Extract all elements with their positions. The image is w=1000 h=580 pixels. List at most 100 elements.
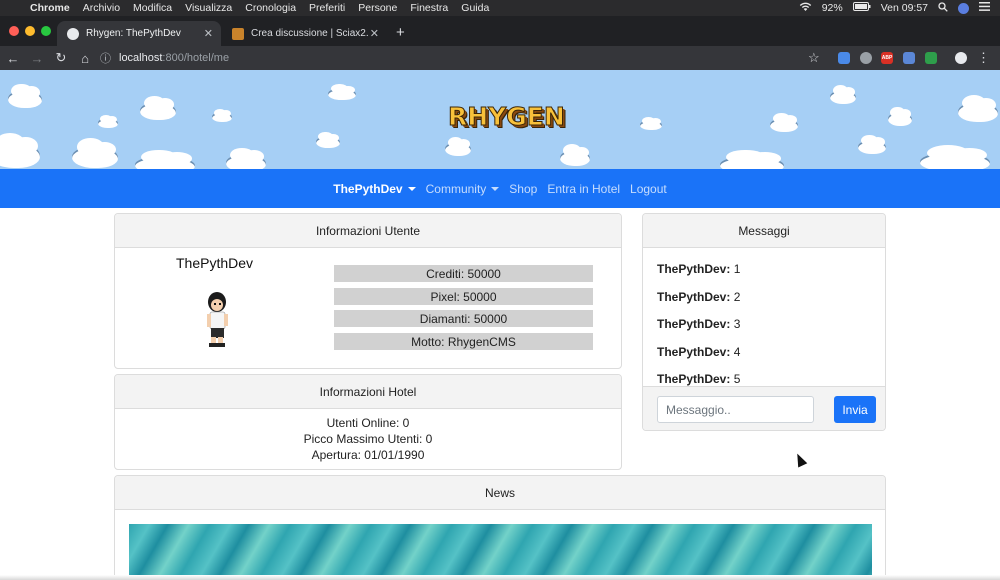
message-text: 3 bbox=[730, 317, 741, 332]
cloud-decoration bbox=[316, 131, 340, 148]
site-logo[interactable]: RHYGEN bbox=[448, 102, 566, 132]
spotlight-search-icon[interactable] bbox=[938, 1, 948, 15]
cloud-decoration bbox=[920, 145, 990, 169]
message-input[interactable]: Messaggio.. bbox=[657, 396, 814, 423]
tab-rhygen[interactable]: Rhygen: ThePythDev ✕ bbox=[57, 21, 221, 46]
cloud-decoration bbox=[98, 114, 118, 128]
menu-preferiti[interactable]: Preferiti bbox=[309, 2, 345, 14]
browser-tab-strip: Rhygen: ThePythDev ✕ Crea discussione | … bbox=[0, 16, 1000, 46]
cloud-decoration bbox=[830, 85, 856, 104]
tab-title: Crea discussione | Sciax2.it Fo bbox=[251, 28, 369, 39]
url-path: :800/hotel/me bbox=[162, 52, 230, 64]
tab-title: Rhygen: ThePythDev bbox=[86, 28, 181, 39]
cloud-decoration bbox=[560, 144, 590, 166]
menu-cronologia[interactable]: Cronologia bbox=[245, 2, 296, 14]
cloud-decoration bbox=[212, 108, 232, 122]
message-author: ThePythDev: bbox=[657, 344, 731, 359]
stat-pixels: Pixel: 50000 bbox=[334, 288, 593, 305]
habbo-avatar bbox=[204, 290, 230, 348]
message-author: ThePythDev: bbox=[657, 372, 731, 386]
window-bottom-edge bbox=[0, 575, 1000, 580]
close-window-button[interactable] bbox=[9, 26, 19, 36]
notification-center-icon[interactable] bbox=[979, 2, 990, 14]
cloud-decoration bbox=[720, 149, 784, 169]
send-button[interactable]: Invia bbox=[834, 396, 876, 423]
adblock-extension-icon[interactable]: ABP bbox=[881, 52, 893, 64]
zoom-window-button[interactable] bbox=[41, 26, 51, 36]
nav-user-dropdown[interactable]: ThePythDev bbox=[333, 181, 416, 196]
macos-menu-bar: Chrome Archivio Modifica Visualizza Cron… bbox=[0, 0, 1000, 16]
cloud-decoration bbox=[328, 83, 356, 100]
menu-persone[interactable]: Persone bbox=[358, 2, 397, 14]
news-image[interactable] bbox=[129, 524, 872, 580]
nav-shop[interactable]: Shop bbox=[509, 182, 537, 196]
close-tab-icon[interactable]: ✕ bbox=[204, 27, 213, 40]
nav-logout[interactable]: Logout bbox=[630, 182, 667, 196]
cloud-decoration bbox=[888, 107, 912, 126]
forward-icon[interactable]: → bbox=[26, 51, 48, 66]
menu-app-name[interactable]: Chrome bbox=[30, 2, 70, 14]
nav-enter-hotel[interactable]: Entra in Hotel bbox=[547, 182, 620, 196]
caret-down-icon bbox=[407, 187, 416, 192]
profile-avatar-icon[interactable] bbox=[955, 52, 967, 64]
minimize-window-button[interactable] bbox=[25, 26, 35, 36]
extension-icon[interactable] bbox=[925, 52, 937, 64]
home-icon[interactable]: ⌂ bbox=[74, 51, 96, 66]
cloud-decoration bbox=[858, 135, 886, 154]
nav-community-label: Community bbox=[425, 181, 487, 196]
list-item: ThePythDev: 5 bbox=[657, 372, 877, 386]
window-controls bbox=[9, 26, 51, 36]
menu-finestra[interactable]: Finestra bbox=[410, 2, 448, 14]
user-account-icon[interactable] bbox=[958, 2, 969, 14]
message-text: 1 bbox=[730, 262, 741, 276]
tab-sciax2[interactable]: Crea discussione | Sciax2.it Fo ✕ bbox=[222, 21, 387, 46]
back-icon[interactable]: ← bbox=[2, 51, 24, 66]
message-author: ThePythDev: bbox=[657, 289, 731, 304]
clock[interactable]: Ven 09:57 bbox=[881, 2, 928, 14]
menu-guida[interactable]: Guida bbox=[461, 2, 489, 14]
message-composer: Messaggio.. Invia bbox=[643, 386, 885, 430]
cloud-decoration bbox=[640, 116, 662, 130]
extension-icon[interactable] bbox=[838, 52, 850, 64]
cloud-decoration bbox=[8, 83, 42, 108]
message-list[interactable]: ThePythDev: 1 ThePythDev: 2 ThePythDev: … bbox=[657, 262, 877, 386]
message-text: 5 bbox=[730, 372, 741, 386]
caret-down-icon bbox=[491, 187, 500, 192]
list-item: ThePythDev: 2 bbox=[657, 290, 877, 318]
menu-visualizza[interactable]: Visualizza bbox=[185, 2, 232, 14]
reload-icon[interactable]: ↻ bbox=[50, 50, 72, 66]
site-header-banner: RHYGEN bbox=[0, 70, 1000, 169]
messages-card: Messaggi ThePythDev: 1 ThePythDev: 2 The… bbox=[642, 213, 886, 431]
user-info-card: Informazioni Utente ThePythDev Crediti: … bbox=[114, 213, 622, 369]
username: ThePythDev bbox=[176, 255, 254, 271]
message-author: ThePythDev: bbox=[657, 262, 731, 276]
wifi-icon[interactable] bbox=[799, 2, 812, 15]
peak-users: Picco Massimo Utenti: 0 bbox=[303, 432, 433, 446]
new-tab-icon[interactable]: + bbox=[396, 24, 405, 41]
hotel-info-card: Informazioni Hotel Utenti Online: 0 Picc… bbox=[114, 374, 622, 470]
chrome-menu-icon[interactable]: ⋮ bbox=[977, 50, 990, 66]
cloud-decoration bbox=[140, 95, 176, 120]
cloud-decoration bbox=[72, 138, 118, 168]
close-tab-icon[interactable]: ✕ bbox=[370, 27, 379, 40]
url-host: localhost bbox=[119, 52, 163, 64]
nav-user-label: ThePythDev bbox=[333, 181, 403, 196]
stat-diamonds: Diamanti: 50000 bbox=[334, 310, 593, 327]
list-item: ThePythDev: 1 bbox=[657, 262, 877, 290]
opening-date: Apertura: 01/01/1990 bbox=[311, 448, 425, 462]
menu-modifica[interactable]: Modifica bbox=[133, 2, 172, 14]
menu-archivio[interactable]: Archivio bbox=[83, 2, 120, 14]
extension-icon[interactable] bbox=[903, 52, 915, 64]
message-text: 4 bbox=[730, 344, 741, 359]
battery-percent: 92% bbox=[821, 2, 843, 14]
site-info-icon[interactable]: ⓘ bbox=[100, 50, 111, 66]
nav-community-dropdown[interactable]: Community bbox=[426, 182, 500, 196]
bookmark-star-icon[interactable]: ☆ bbox=[808, 50, 820, 66]
site-navbar: ThePythDev Community Shop Entra in Hotel… bbox=[0, 169, 1000, 208]
address-bar[interactable]: ⓘ localhost:800/hotel/me bbox=[100, 49, 830, 67]
extension-icon[interactable] bbox=[860, 52, 872, 64]
battery-icon[interactable] bbox=[852, 2, 871, 14]
list-item: ThePythDev: 4 bbox=[657, 345, 877, 373]
message-text: 2 bbox=[730, 289, 741, 304]
cloud-decoration bbox=[135, 149, 195, 169]
